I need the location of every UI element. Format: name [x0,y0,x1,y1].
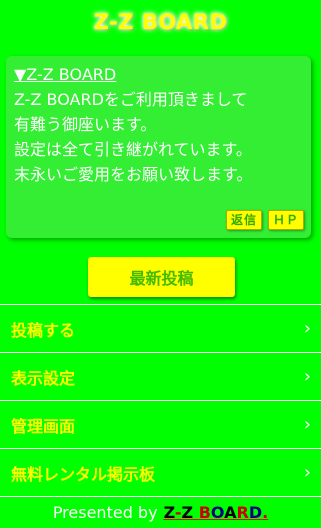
footer: Presented by Z-Z BOARD. [0,496,321,528]
footer-brand-link[interactable]: Z-Z BOARD. [164,503,269,522]
chevron-right-icon: › [303,461,311,483]
latest-posts-button[interactable]: 最新投稿 [88,257,235,297]
header: Z-Z BOARD [0,0,321,44]
notice-line: 有難う御座います。 [14,115,157,134]
brand-char: R [236,503,249,522]
menu-item-label: 無料レンタル掲示板 [11,464,156,484]
notice-line: 設定は全て引き継がれています。 [14,140,252,159]
brand-char: A [224,503,237,522]
brand-char: B [198,503,211,522]
footer-prefix: Presented by [52,503,158,522]
notice-line: 末永いご愛用をお願い致します。 [14,165,253,184]
main-menu: 投稿する › 表示設定 › 管理画面 › 無料レンタル掲示板 › [0,304,321,496]
notice-actions: 返信 ＨＰ [225,210,304,230]
menu-item-display-settings[interactable]: 表示設定 › [0,352,321,400]
brand-char: D [248,503,263,522]
chevron-right-icon: › [303,413,311,435]
menu-item-admin[interactable]: 管理画面 › [0,400,321,448]
brand-char: Z [163,503,175,522]
chevron-right-icon: › [303,317,311,339]
menu-item-label: 投稿する [11,320,76,340]
homepage-button[interactable]: ＨＰ [267,210,304,230]
brand-char: Z [181,503,194,522]
brand-char: - [174,503,182,522]
chevron-right-icon: › [303,365,311,387]
notice-body: Z-Z BOARDをご利用頂きまして 有難う御座います。 設定は全て引き継がれて… [14,87,303,187]
notice-panel: ▼Z-Z BOARD Z-Z BOARDをご利用頂きまして 有難う御座います。 … [6,56,311,238]
page-title: Z-Z BOARD [93,10,228,34]
menu-item-free-rental[interactable]: 無料レンタル掲示板 › [0,448,321,496]
menu-item-label: 管理画面 [11,416,76,436]
menu-item-post[interactable]: 投稿する › [0,304,321,352]
notice-line: Z-Z BOARDをご利用頂きまして [14,90,248,109]
notice-title-link[interactable]: ▼Z-Z BOARD [14,64,303,85]
brand-char: . [262,503,269,522]
reply-button[interactable]: 返信 [225,210,262,230]
menu-item-label: 表示設定 [11,368,76,388]
brand-char: O [210,503,225,522]
